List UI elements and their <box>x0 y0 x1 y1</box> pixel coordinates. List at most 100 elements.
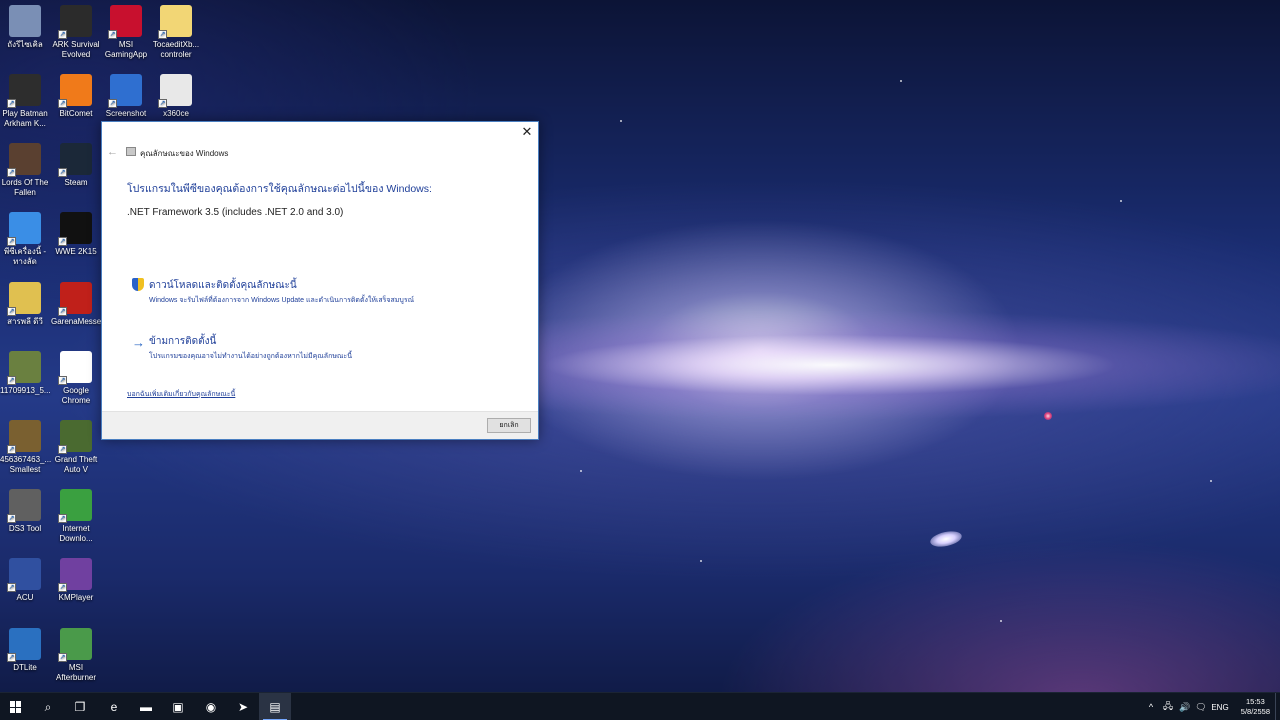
dialog-footer: ยกเลิก <box>102 411 538 439</box>
volume-button[interactable]: 🔊 <box>1177 693 1193 720</box>
action-center-button[interactable]: 🗨 <box>1193 693 1209 720</box>
desktop-icon[interactable]: ↗ WWE 2K15 <box>51 212 101 257</box>
desktop-icon[interactable]: ↗ BitComet <box>51 74 101 119</box>
acu-icon: ↗ <box>7 558 41 592</box>
desktop-icon[interactable]: ↗ สารพลี ดีวี <box>0 282 50 327</box>
desktop-icon-label: Play Batman Arkham K... <box>2 109 48 128</box>
internet-download-manager-icon: ➤ <box>237 700 249 714</box>
file-explorer-button[interactable]: ▬ <box>130 693 162 720</box>
desktop-icon-label: สารพลี ดีวี <box>7 317 43 326</box>
start-button[interactable] <box>0 693 32 720</box>
desktop-icon[interactable]: ↗ 456367463_... Smallest <box>0 420 51 475</box>
close-button[interactable]: ✕ <box>516 122 538 142</box>
shortcut-arrow-icon: ↗ <box>58 376 67 385</box>
shield-icon <box>132 278 146 292</box>
feature-name: .NET Framework 3.5 (includes .NET 2.0 an… <box>127 207 344 218</box>
desktop-icon-label: ACU <box>16 593 34 602</box>
desktop-icon[interactable]: ↗ MSI GamingApp <box>101 5 151 60</box>
batman-game-icon: ↗ <box>7 74 41 108</box>
desktop-icon[interactable]: ↗ GarenaMesse <box>51 282 101 327</box>
option-title: ข้ามการติดตั้งนี้ <box>149 336 217 347</box>
desktop-icon[interactable]: ↗ พีซีเครื่องนี้ - ทางลัด <box>0 212 50 267</box>
this-pc-icon: ↗ <box>7 212 41 246</box>
store-button[interactable]: ▣ <box>162 693 194 720</box>
desktop-icon-label: MSI Afterburner <box>55 663 97 682</box>
desktop-icon-label: Google Chrome <box>61 386 91 405</box>
search-button[interactable]: ⌕ <box>32 693 64 720</box>
desktop-icon-label: DS3 Tool <box>8 524 42 533</box>
network-icon: 🖧 <box>1162 701 1174 711</box>
arrow-right-icon: → <box>132 335 145 350</box>
desktop-icon[interactable]: ↗ Internet Downlo... <box>51 489 101 544</box>
edge-button[interactable]: e <box>98 693 130 720</box>
shortcut-arrow-icon: ↗ <box>7 237 16 246</box>
clock-date: 5/8/2558 <box>1240 707 1270 716</box>
desktop-icon[interactable]: ↗ ACU <box>0 558 50 603</box>
desktop-icon-label: ARK Survival Evolved <box>52 40 100 59</box>
network-button[interactable]: 🖧 <box>1160 693 1176 720</box>
desktop-icon[interactable]: ↗ ARK Survival Evolved <box>51 5 101 60</box>
kmplayer-icon: ↗ <box>58 558 92 592</box>
windows-features-icon: ▤ <box>269 700 281 714</box>
chrome-button[interactable]: ◉ <box>195 693 227 720</box>
desktop-icon[interactable]: ↗ TocaeditXb... controler <box>151 5 201 60</box>
idm-button[interactable]: ➤ <box>227 693 259 720</box>
shortcut-arrow-icon: ↗ <box>158 99 167 108</box>
desktop-icon-label: Screenshot <box>105 109 147 118</box>
desktop-icon[interactable]: ↗ Google Chrome <box>51 351 101 406</box>
desktop-icon[interactable]: ↗ x360ce <box>151 74 201 119</box>
taskbar: ⌕ ❐ e ▬ ▣ ◉ ➤ ▤ ^ 🖧 🔊 🗨 ENG 15:53 5/8/2558 <box>0 692 1280 720</box>
windows-features-icon <box>126 147 136 156</box>
cancel-button[interactable]: ยกเลิก <box>487 418 531 433</box>
desktop-icon[interactable]: ↗ KMPlayer <box>51 558 101 603</box>
desktop-icon[interactable]: ↗ Screenshot <box>101 74 151 119</box>
show-hidden-icons-button[interactable]: ^ <box>1145 693 1157 720</box>
desktop-icon[interactable]: ถังรีไซเคิล <box>0 5 50 50</box>
small-galaxy <box>928 528 964 550</box>
chrome-icon: ◉ <box>205 700 217 714</box>
desktop-icon-label: KMPlayer <box>58 593 94 602</box>
shortcut-arrow-icon: ↗ <box>108 30 117 39</box>
clock[interactable]: 15:53 5/8/2558 <box>1241 697 1270 717</box>
desktop-icon[interactable]: ↗ MSI Afterburner <box>51 628 101 683</box>
windows-features-button[interactable]: ▤ <box>259 693 291 720</box>
back-button[interactable]: ← <box>107 146 118 158</box>
image-file-icon: ↗ <box>7 420 41 454</box>
msi-gaming-app-icon: ↗ <box>108 5 142 39</box>
desktop-icon[interactable]: ↗ Lords Of The Fallen <box>0 143 50 198</box>
shortcut-arrow-icon: ↗ <box>58 514 67 523</box>
shortcut-arrow-icon: ↗ <box>58 653 67 662</box>
shortcut-arrow-icon: ↗ <box>58 445 67 454</box>
language-button[interactable]: ENG <box>1208 693 1232 720</box>
desktop-icon[interactable]: ↗ 11709913_5... <box>0 351 51 396</box>
desktop-icon[interactable]: ↗ Grand Theft Auto V <box>51 420 101 475</box>
shortcut-arrow-icon: ↗ <box>58 168 67 177</box>
desktop-icon[interactable]: ↗ DS3 Tool <box>0 489 50 534</box>
dialog-heading: โปรแกรมในพีซีของคุณต้องการใช้คุณลักษณะต่… <box>127 183 432 195</box>
shortcut-arrow-icon: ↗ <box>58 237 67 246</box>
desktop-icon[interactable]: ↗ DTLite <box>0 628 50 673</box>
shortcut-file-icon: ↗ <box>7 282 41 316</box>
garena-messenger-icon: ↗ <box>58 282 92 316</box>
desktop-icon[interactable]: ↗ Play Batman Arkham K... <box>0 74 50 129</box>
desktop-icon[interactable]: ↗ Steam <box>51 143 101 188</box>
shortcut-arrow-icon: ↗ <box>7 653 16 662</box>
notifications-icon: 🗨 <box>1195 701 1207 712</box>
option-title: ดาวน์โหลดและติดตั้งคุณลักษณะนี้ <box>149 280 297 291</box>
store-icon: ▣ <box>172 700 184 714</box>
shortcut-arrow-icon: ↗ <box>7 99 16 108</box>
desktop-icon-label: Internet Downlo... <box>59 524 93 543</box>
more-info-link[interactable]: บอกฉันเพิ่มเติมเกี่ยวกับคุณลักษณะนี้ <box>127 389 235 400</box>
show-desktop-button[interactable] <box>1275 693 1280 720</box>
shortcut-arrow-icon: ↗ <box>108 99 117 108</box>
task-view-button[interactable]: ❐ <box>64 693 96 720</box>
desktop-icon-label: Grand Theft Auto V <box>54 455 98 474</box>
screenshot-icon: ↗ <box>108 74 142 108</box>
recycle-bin-icon <box>9 5 41 37</box>
shortcut-arrow-icon: ↗ <box>7 307 16 316</box>
desktop-icon-label: GarenaMesse <box>51 317 102 326</box>
msi-afterburner-icon: ↗ <box>58 628 92 662</box>
windows-logo-icon <box>10 701 22 713</box>
desktop-icon-label: Lords Of The Fallen <box>1 178 49 197</box>
shortcut-arrow-icon: ↗ <box>7 583 16 592</box>
